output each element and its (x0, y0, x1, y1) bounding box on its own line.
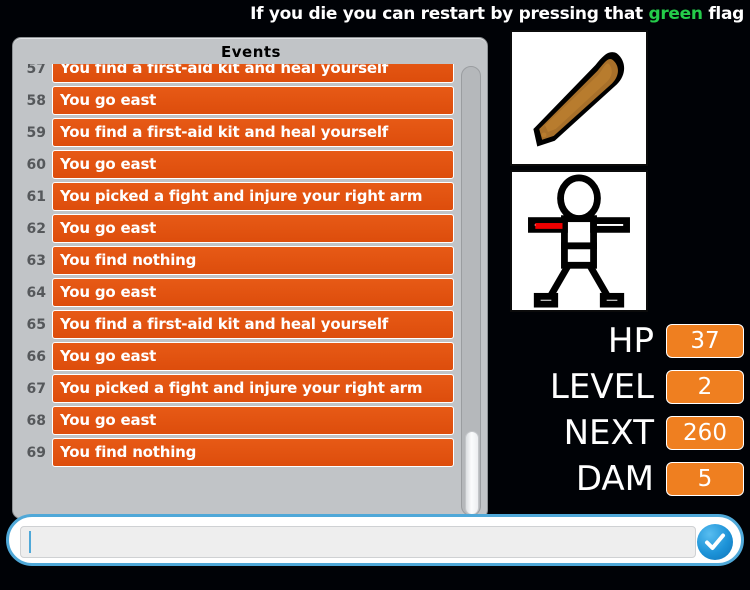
events-list-row[interactable]: 61 You picked a fight and injure your rig… (14, 181, 487, 213)
events-list-row[interactable]: 68 You go east (14, 405, 487, 437)
stat-value-hp: 37 (666, 324, 744, 358)
events-list-row[interactable]: 57 You find a first-aid kit and heal your… (14, 64, 487, 85)
events-list-row-text[interactable]: You find a first-aid kit and heal yourse… (52, 118, 454, 147)
events-list-row-index: 66 (26, 348, 46, 365)
events-list-row-index: 69 (26, 444, 46, 461)
stat-label-hp: HP (607, 321, 654, 361)
stat-row-hp: HP 37 (478, 318, 744, 364)
events-list-monitor[interactable]: Events 57 You find a first-aid kit and he… (12, 37, 488, 519)
stick-figure-body-icon (528, 174, 630, 308)
stat-label-next: NEXT (563, 413, 654, 453)
events-list-row[interactable]: 62 You go east (14, 213, 487, 245)
events-list-rows: 57 You find a first-aid kit and heal your… (14, 64, 487, 469)
hint-banner: If you die you can restart by pressing t… (0, 0, 750, 28)
events-list-row-index: 67 (26, 380, 46, 397)
stat-label-dam: DAM (575, 459, 654, 499)
events-list-row-text[interactable]: You picked a fight and injure your right… (52, 374, 454, 403)
events-list-row-text[interactable]: You go east (52, 86, 454, 115)
body-status-box (510, 170, 648, 312)
events-list-row-text[interactable]: You find a first-aid kit and heal yourse… (52, 64, 454, 83)
events-list-row-text[interactable]: You find nothing (52, 438, 454, 467)
stat-row-next: NEXT 260 (478, 410, 744, 456)
ask-submit-button[interactable] (697, 524, 733, 560)
events-list-row-text[interactable]: You find a first-aid kit and heal yourse… (52, 310, 454, 339)
events-list-row-index: 58 (26, 92, 46, 109)
scratch-stage: If you die you can restart by pressing t… (0, 0, 750, 590)
stat-row-dam: DAM 5 (478, 456, 744, 502)
events-list-row-index: 64 (26, 284, 46, 301)
events-list-row[interactable]: 58 You go east (14, 85, 487, 117)
events-list-row-text[interactable]: You go east (52, 278, 454, 307)
stat-value-level: 2 (666, 370, 744, 404)
check-circle-icon (705, 533, 725, 550)
hint-banner-suffix: flag (702, 4, 744, 24)
text-cursor (29, 531, 31, 553)
events-list-row[interactable]: 64 You go east (14, 277, 487, 309)
events-list-row[interactable]: 67 You picked a fight and injure your rig… (14, 373, 487, 405)
events-list-row[interactable]: 65 You find a first-aid kit and heal your… (14, 309, 487, 341)
events-list-row-text[interactable]: You go east (52, 342, 454, 371)
events-scrollbar-thumb[interactable] (465, 431, 479, 515)
events-list-row-index: 60 (26, 156, 46, 173)
events-list-row[interactable]: 59 You find a first-aid kit and heal your… (14, 117, 487, 149)
events-list-row-text[interactable]: You picked a fight and injure your right… (52, 182, 454, 211)
events-list-row-text[interactable]: You go east (52, 150, 454, 179)
events-list-viewport[interactable]: 57 You find a first-aid kit and heal your… (14, 64, 487, 518)
events-list-row-text[interactable]: You go east (52, 214, 454, 243)
events-list-row-index: 59 (26, 124, 46, 141)
ask-prompt-bar (6, 514, 744, 566)
baseball-bat-icon (533, 52, 625, 147)
ask-input[interactable] (20, 526, 696, 558)
events-list-row[interactable]: 66 You go east (14, 341, 487, 373)
events-list-row[interactable]: 60 You go east (14, 149, 487, 181)
events-list-row-index: 57 (26, 64, 46, 77)
events-list-row[interactable]: 69 You find nothing (14, 437, 487, 469)
events-list-row-index: 63 (26, 252, 46, 269)
events-list-row-index: 68 (26, 412, 46, 429)
events-list-row-text[interactable]: You find nothing (52, 246, 454, 275)
events-list-row-index: 65 (26, 316, 46, 333)
stat-value-dam: 5 (666, 462, 744, 496)
injury-highlight (535, 223, 563, 229)
events-list-row-index: 62 (26, 220, 46, 237)
events-list-row-index: 61 (26, 188, 46, 205)
stat-label-level: LEVEL (549, 367, 654, 407)
stat-row-level: LEVEL 2 (478, 364, 744, 410)
events-list-row-text[interactable]: You go east (52, 406, 454, 435)
events-list-row[interactable]: 63 You find nothing (14, 245, 487, 277)
stat-value-next: 260 (666, 416, 744, 450)
stats-panel: HP 37 LEVEL 2 NEXT 260 DAM 5 (478, 318, 744, 502)
weapon-display-box (510, 30, 648, 166)
events-list-title: Events (221, 43, 281, 61)
hint-banner-highlight: green (648, 4, 703, 24)
hint-banner-prefix: If you die you can restart by pressing t… (250, 4, 649, 24)
